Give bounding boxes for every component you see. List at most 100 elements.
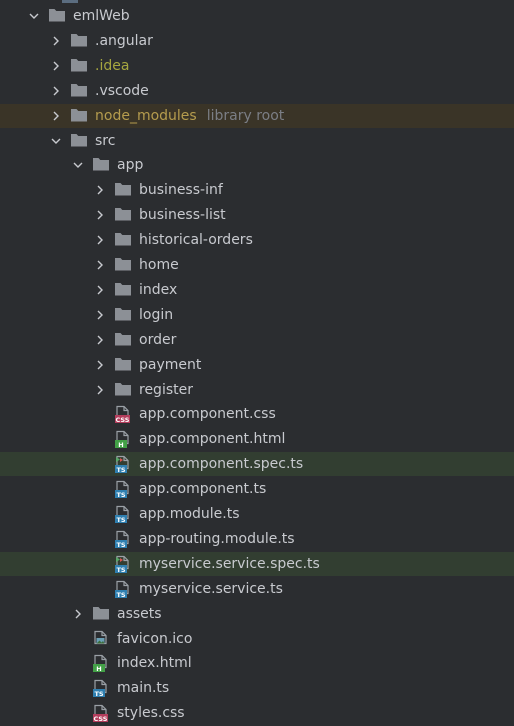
project-tree: emlWeb .angular .idea .vscode node_modules li… xyxy=(0,0,514,725)
tree-item-assets[interactable]: assets xyxy=(0,602,514,626)
chevron-right-icon[interactable] xyxy=(48,33,64,49)
tree-item-business-inf[interactable]: business-inf xyxy=(0,178,514,202)
folder-icon xyxy=(92,156,110,174)
tree-item-business-list[interactable]: business-list xyxy=(0,203,514,227)
tree-item-main-ts[interactable]: TS main.ts xyxy=(0,676,514,700)
chevron-right-icon[interactable] xyxy=(48,108,64,124)
tree-item-node-modules[interactable]: node_modules library root xyxy=(0,103,514,128)
tree-item-label: emlWeb xyxy=(73,8,130,24)
chevron-right-icon[interactable] xyxy=(48,83,64,99)
scroll-stub xyxy=(62,0,78,3)
svg-text:TS: TS xyxy=(116,491,125,498)
svg-text:TS: TS xyxy=(94,690,103,697)
tree-item-register[interactable]: register xyxy=(0,378,514,402)
html-file-icon: H xyxy=(92,654,110,673)
tree-item-label: app.component.html xyxy=(139,431,286,448)
svg-text:H: H xyxy=(96,665,101,672)
typescript-file-icon: TS xyxy=(114,530,132,549)
tree-item-label: myservice.service.spec.ts xyxy=(139,555,320,572)
tree-item-label: login xyxy=(139,306,174,323)
test-file-icon: TS xyxy=(114,555,132,574)
tree-item-myservice-service-spec-ts[interactable]: TS myservice.service.spec.ts xyxy=(0,551,514,576)
tree-item-order[interactable]: order xyxy=(0,328,514,352)
chevron-right-icon[interactable] xyxy=(92,332,108,348)
tree-item-label: app xyxy=(117,157,144,174)
tree-item-angular[interactable]: .angular xyxy=(0,29,514,53)
tree-item-label: assets xyxy=(117,605,162,622)
tree-item-app-component-spec-ts[interactable]: TS app.component.spec.ts xyxy=(0,452,514,477)
tree-item-app-module-ts[interactable]: TS app.module.ts xyxy=(0,502,514,526)
tree-item-idea[interactable]: .idea xyxy=(0,54,514,78)
chevron-right-icon[interactable] xyxy=(92,232,108,248)
tree-item-src[interactable]: src xyxy=(0,129,514,153)
html-file-icon: H xyxy=(114,430,132,449)
library-root-hint: library root xyxy=(206,107,285,124)
tree-item-login[interactable]: login xyxy=(0,303,514,327)
tree-item-app-component-css[interactable]: CSS app.component.css xyxy=(0,402,514,426)
svg-text:H: H xyxy=(118,441,123,448)
tree-item-index-html[interactable]: Hindex.html xyxy=(0,651,514,675)
chevron-right-icon[interactable] xyxy=(48,58,64,74)
tree-item-index[interactable]: index xyxy=(0,278,514,302)
chevron-down-icon[interactable] xyxy=(26,8,42,24)
chevron-right-icon[interactable] xyxy=(70,606,86,622)
css-file-icon: CSS xyxy=(92,704,110,723)
tree-item-home[interactable]: home xyxy=(0,253,514,277)
tree-item-label: business-inf xyxy=(139,182,223,199)
chevron-right-icon[interactable] xyxy=(92,307,108,323)
folder-icon xyxy=(114,331,132,349)
tree-item-app-routing-module-ts[interactable]: TS app-routing.module.ts xyxy=(0,527,514,551)
chevron-right-icon[interactable] xyxy=(92,382,108,398)
tree-item-label: myservice.service.ts xyxy=(139,580,283,597)
tree-item-label: app.component.ts xyxy=(139,481,267,498)
chevron-right-icon[interactable] xyxy=(92,357,108,373)
tree-item-myservice-service-ts[interactable]: TS myservice.service.ts xyxy=(0,577,514,601)
chevron-down-icon[interactable] xyxy=(48,133,64,149)
tree-item-historical-orders[interactable]: historical-orders xyxy=(0,228,514,252)
tree-item-app-component-html[interactable]: Happ.component.html xyxy=(0,427,514,451)
tree-item-label: payment xyxy=(139,356,202,373)
folder-icon xyxy=(70,107,88,125)
folder-icon xyxy=(114,181,132,199)
tree-item-label: src xyxy=(95,132,116,149)
svg-text:TS: TS xyxy=(116,566,125,573)
tree-item-label: historical-orders xyxy=(139,232,253,249)
tree-item-emlweb[interactable]: emlWeb xyxy=(0,4,514,28)
chevron-right-icon[interactable] xyxy=(92,207,108,223)
chevron-down-icon[interactable] xyxy=(70,157,86,173)
tree-item-styles-css[interactable]: CSS styles.css xyxy=(0,701,514,725)
tree-item-app-component-ts[interactable]: TS app.component.ts xyxy=(0,477,514,501)
folder-icon xyxy=(114,281,132,299)
folder-icon xyxy=(114,206,132,224)
tree-item-label: index xyxy=(139,281,178,298)
typescript-file-icon: TS xyxy=(114,580,132,598)
chevron-right-icon[interactable] xyxy=(92,182,108,198)
tree-item-vscode[interactable]: .vscode xyxy=(0,79,514,103)
tree-item-app[interactable]: app xyxy=(0,153,514,177)
tree-item-label: app.component.css xyxy=(139,406,276,423)
folder-icon xyxy=(70,57,88,75)
tree-item-label: register xyxy=(139,381,193,398)
chevron-right-icon[interactable] xyxy=(92,282,108,298)
tree-item-label: .idea xyxy=(95,57,130,74)
tree-item-payment[interactable]: payment xyxy=(0,353,514,377)
tree-item-label: node_modules xyxy=(95,107,197,124)
image-file-icon xyxy=(92,630,110,648)
tree-item-favicon-ico[interactable]: favicon.ico xyxy=(0,627,514,651)
css-file-icon: CSS xyxy=(114,405,132,424)
tree-item-label: home xyxy=(139,257,179,273)
typescript-file-icon: TS xyxy=(92,679,110,698)
svg-text:TS: TS xyxy=(116,516,125,523)
chevron-right-icon[interactable] xyxy=(92,257,108,273)
folder-icon xyxy=(48,7,66,25)
